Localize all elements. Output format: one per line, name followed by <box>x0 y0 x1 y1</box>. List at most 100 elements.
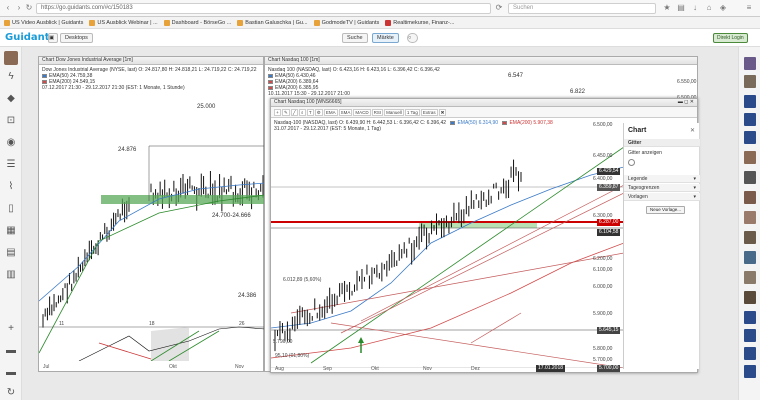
direct-login-button[interactable]: Direkt Login <box>713 33 748 43</box>
url-input[interactable]: https://go.guidants.com/#c/150183 <box>36 3 491 14</box>
bookmark-item[interactable]: Realtimekurse, Finanz-... <box>385 19 454 26</box>
bookmark-item[interactable]: US Ausblick Webinar | ... <box>89 19 158 26</box>
add-icon[interactable]: + <box>5 323 17 335</box>
lock-icon[interactable]: ⊡ <box>5 115 17 127</box>
pane-title[interactable]: Chart Nasdaq 100 [1m] <box>265 57 697 65</box>
bookmark-star-icon[interactable]: ★ <box>662 3 672 13</box>
reload-icon[interactable]: ↻ <box>24 3 34 13</box>
ema-button[interactable]: EMA <box>323 108 338 116</box>
markets-button[interactable]: Märkte <box>372 33 399 43</box>
avatar[interactable] <box>744 171 756 184</box>
grid-icon[interactable]: ▤ <box>5 247 17 259</box>
circle-icon[interactable]: ○ <box>407 33 418 43</box>
mode-select[interactable]: Manuell <box>384 108 404 116</box>
dpa-afx-logo-icon[interactable] <box>744 329 756 342</box>
lightning-icon[interactable]: ϟ <box>5 71 17 83</box>
document-icon[interactable]: ▯ <box>5 203 17 215</box>
x-axis-label: Aug <box>275 366 284 372</box>
dpa-afx-logo-icon[interactable] <box>744 113 756 126</box>
eye-icon[interactable]: ◉ <box>5 137 17 149</box>
chart-icon[interactable]: ⌇ <box>5 181 17 193</box>
bookmark-item[interactable]: Dashboard - BörseGo ... <box>163 19 231 26</box>
desktops-button[interactable]: Desktops <box>60 33 93 43</box>
avatar[interactable] <box>744 231 756 244</box>
dpa-afx-logo-icon[interactable] <box>744 95 756 108</box>
home-icon[interactable]: ⌂ <box>704 3 714 13</box>
dpa-afx-logo-icon[interactable] <box>744 131 756 144</box>
menu-icon[interactable]: ≡ <box>744 3 754 13</box>
library-icon[interactable]: ▤ <box>676 3 686 13</box>
level-label: 24.386 <box>238 293 257 299</box>
forward-icon[interactable]: › <box>14 3 24 13</box>
avatar[interactable] <box>4 51 18 65</box>
dpa-afx-logo-icon[interactable] <box>744 347 756 360</box>
close-icon[interactable]: ✕ <box>690 127 695 134</box>
new-template-button[interactable]: Neue Vorlage... <box>646 206 686 214</box>
bookmark-item[interactable]: US Video Ausblick | Guidants <box>4 19 83 26</box>
grid-toggle[interactable] <box>628 159 635 166</box>
price-tag: 6.359,87 <box>597 184 621 191</box>
reload-page-icon[interactable]: ⟳ <box>494 3 504 13</box>
favicon-icon <box>4 19 10 26</box>
crosshair-icon[interactable]: + <box>274 108 281 116</box>
rsi-button[interactable]: RSI <box>371 108 384 116</box>
favicon-icon <box>237 19 244 26</box>
dpa-afx-logo-icon[interactable] <box>744 311 756 324</box>
folder-icon[interactable]: ▬ <box>5 345 17 357</box>
list-icon[interactable]: ☰ <box>5 159 17 171</box>
panel-title: Chart <box>628 127 647 134</box>
pct-label: 95,10 (01,80%) <box>275 353 310 359</box>
news-icon[interactable]: ▥ <box>5 269 17 281</box>
support-zone <box>101 195 265 204</box>
avatar[interactable] <box>744 211 756 224</box>
pen-icon[interactable]: ✎ <box>282 108 290 116</box>
table-icon[interactable]: ▦ <box>5 225 17 237</box>
avatar[interactable] <box>744 291 756 304</box>
macd-button[interactable]: MACD <box>353 108 371 116</box>
line-icon[interactable]: ╱ <box>290 108 298 116</box>
section-legende[interactable]: Legende ▾ <box>624 175 700 183</box>
favicon-icon <box>385 19 392 26</box>
dpa-afx-logo-icon[interactable] <box>744 365 756 378</box>
legend-swatch <box>42 73 47 78</box>
search-input[interactable]: Suchen <box>508 3 656 14</box>
bookmark-item[interactable]: Bastian Galuschka | Gu... <box>237 19 308 26</box>
pane-title[interactable]: Chart Dow Jones Industrial Average [1m] <box>39 57 263 65</box>
red-trendline <box>340 192 624 334</box>
window-titlebar[interactable]: Chart Nasdaq 100 [WNS6665] ▬ ◻ ✕ <box>271 99 697 107</box>
sma-button[interactable]: SMA <box>338 108 353 116</box>
shield-icon[interactable]: ◈ <box>718 3 728 13</box>
maximize-icon[interactable]: ◻ <box>684 99 688 105</box>
trash-icon[interactable]: ✖ <box>438 108 447 116</box>
bookmark-item[interactable]: GodmodeTV | Guidants <box>313 19 379 26</box>
back-icon[interactable]: ‹ <box>3 3 13 13</box>
x-axis-label: Okt <box>169 364 177 370</box>
interval-select[interactable]: 1 Tag <box>404 108 420 116</box>
settings-icon[interactable]: ⚙ <box>314 108 323 116</box>
avatar[interactable] <box>744 191 756 204</box>
axis-label: 6.100,00 <box>593 267 613 273</box>
axis-label: 6.000,00 <box>593 284 613 290</box>
refresh-icon[interactable]: ↻ <box>5 387 17 399</box>
section-vorlagen[interactable]: Vorlagen ▾ <box>624 193 700 201</box>
desktop-icon[interactable]: ▣ <box>48 33 58 43</box>
text-icon[interactable]: T <box>306 108 314 116</box>
minimize-icon[interactable]: ▬ <box>678 99 683 105</box>
close-icon[interactable]: ✕ <box>690 99 694 105</box>
avatar[interactable] <box>744 75 756 88</box>
search-button[interactable]: Suche <box>342 33 368 43</box>
avatar[interactable] <box>744 151 756 164</box>
legend-swatch <box>42 79 47 84</box>
folder-icon[interactable]: ▬ <box>5 367 17 379</box>
ema50-line <box>271 166 624 329</box>
alert-icon[interactable]: ◆ <box>5 93 17 105</box>
section-tagesgrenzen[interactable]: Tagesgrenzen ▾ <box>624 184 700 192</box>
avatar[interactable] <box>744 271 756 284</box>
media-icon[interactable] <box>744 57 756 70</box>
extras-menu[interactable]: Extras <box>420 108 438 116</box>
axis-label: 5.800,00 <box>593 346 613 352</box>
download-icon[interactable]: ↓ <box>690 3 700 13</box>
avatar[interactable] <box>744 251 756 264</box>
section-gitter[interactable]: Gitter <box>624 139 700 147</box>
zoom-icon[interactable]: ⌕ <box>298 108 306 116</box>
